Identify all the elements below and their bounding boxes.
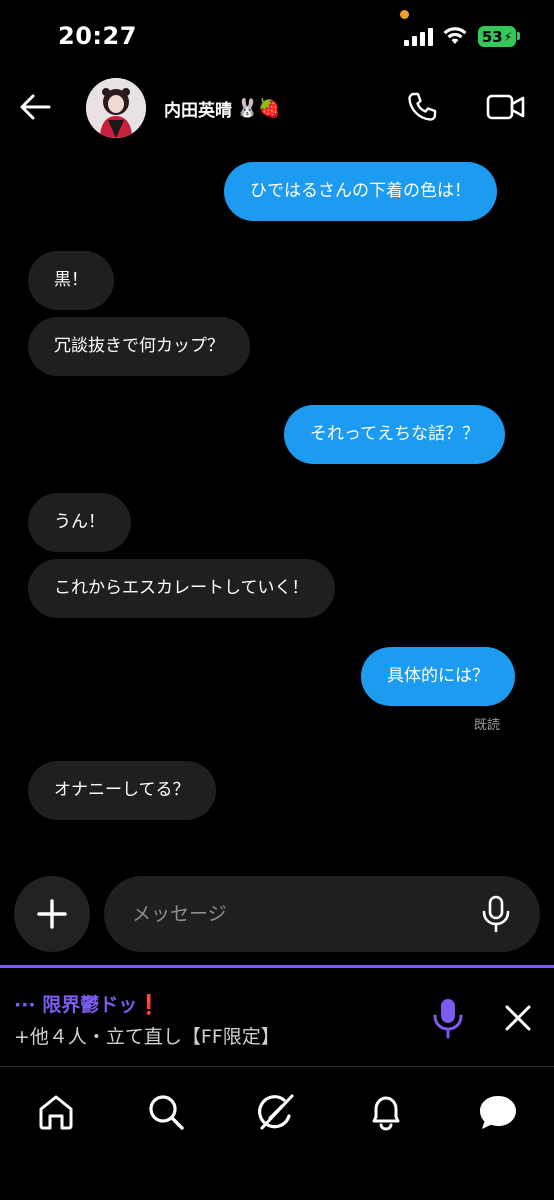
message-text: 冗談抜きで何カップ？ [54,336,224,356]
message-bubble-incoming[interactable]: これからエスカレートしていく！ [28,559,335,618]
avatar-image [86,78,146,138]
status-time: 20:27 [58,22,137,50]
plus-icon [37,899,67,929]
message-bubble-incoming[interactable]: オナニーしてる？ [28,761,216,820]
message-text: これからエスカレートしていく！ [54,578,309,598]
video-camera-icon [486,94,525,120]
message-bubble-outgoing[interactable]: それってえちな話？？ [284,405,506,464]
bell-icon [372,1096,400,1131]
message-text: 黒！ [54,270,88,290]
message-text: 具体的には？ [387,666,489,686]
nav-grok[interactable] [253,1089,299,1135]
battery-indicator: 53 ⚡ [478,26,516,47]
message-bubble-outgoing[interactable]: ひではるさんの下着の色は！ [224,162,497,221]
contact-name-text: 内田英晴 [164,101,232,121]
grok-icon [258,1094,294,1130]
message-bubble-icon [480,1096,516,1129]
voice-message-button[interactable] [478,894,514,934]
video-call-button[interactable] [484,88,528,126]
message-bubble-incoming[interactable]: 黒！ [28,251,114,310]
message-bubble-outgoing[interactable]: 具体的には？ [361,647,515,706]
message-bubble-incoming[interactable]: うん！ [28,493,131,552]
space-close-button[interactable] [500,1000,536,1036]
message-bubble-incoming[interactable]: 冗談抜きで何カップ？ [28,317,250,376]
nav-notifications[interactable] [363,1089,409,1135]
space-bar[interactable]: ··· 限界鬱ドッ❗ +他４人・立て直し【FF限定】 [0,968,554,1066]
bottom-navigation [0,1067,554,1200]
close-icon [505,1005,531,1031]
back-button[interactable] [16,88,54,126]
phone-icon [408,92,437,121]
search-icon [149,1095,184,1130]
avatar[interactable] [86,78,146,138]
charging-bolt-icon: ⚡ [503,29,513,44]
status-bar: 20:27 53 ⚡ [0,0,554,70]
space-subtitle: +他４人・立て直し【FF限定】 [14,1026,280,1048]
battery-nub [517,32,520,40]
space-title: ··· 限界鬱ドッ❗ [14,994,161,1016]
battery-percent: 53 [481,27,503,46]
message-text: オナニーしてる？ [54,780,190,800]
voice-call-button[interactable] [403,88,441,126]
read-receipt: 既読 [474,718,501,733]
nav-search[interactable] [143,1089,189,1135]
message-text: ひではるさんの下着の色は！ [250,181,471,201]
nav-home[interactable] [33,1089,79,1135]
message-text: それってえちな話？？ [310,424,480,444]
message-composer [104,876,540,952]
microphone-icon [433,999,463,1039]
space-mic-button[interactable] [430,996,466,1040]
contact-name[interactable]: 内田英晴 🐰🍓 [164,96,281,121]
microphone-icon [482,895,510,933]
nav-messages[interactable] [475,1089,521,1135]
cellular-signal-icon [404,28,433,46]
contact-name-emojis: 🐰🍓 [236,98,281,119]
message-text: うん！ [54,512,105,532]
add-attachment-button[interactable] [14,876,90,952]
arrow-left-icon [20,94,51,120]
wifi-icon [443,27,467,44]
message-input[interactable] [132,876,462,952]
chat-header: 内田英晴 🐰🍓 [0,72,554,142]
privacy-indicator-dot [400,10,409,19]
home-icon [39,1095,73,1130]
